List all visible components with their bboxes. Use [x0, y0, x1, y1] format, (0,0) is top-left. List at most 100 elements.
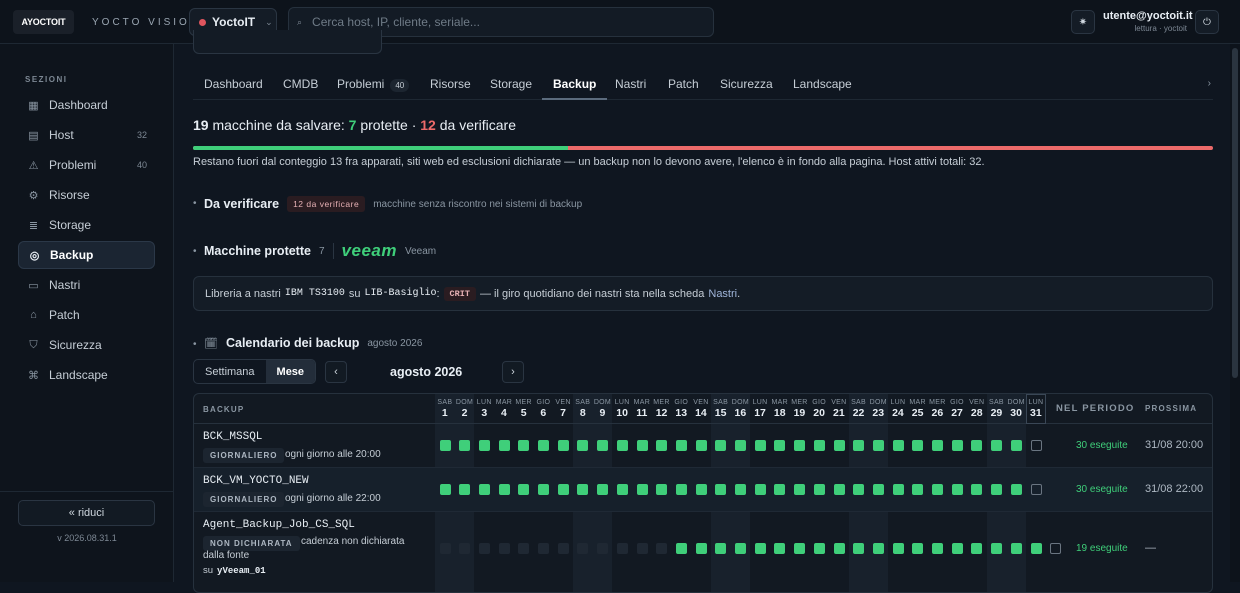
view-week-button[interactable]: Settimana [194, 360, 266, 383]
backup-day-cell[interactable] [616, 484, 628, 495]
backup-day-cell[interactable] [833, 543, 845, 554]
tab-nastri[interactable]: Nastri [615, 70, 646, 100]
backup-day-cell[interactable] [538, 543, 549, 554]
backup-day-cell[interactable] [853, 543, 865, 554]
backup-day-cell[interactable] [813, 543, 825, 554]
sidebar-item-sicurezza[interactable]: ⛉ Sicurezza [18, 331, 155, 359]
backup-day-cell[interactable] [695, 543, 707, 554]
backup-day-cell[interactable] [616, 543, 628, 554]
backup-day-cell[interactable] [735, 484, 746, 495]
backup-day-cell[interactable] [951, 543, 963, 554]
backup-day-cell[interactable] [754, 440, 766, 451]
tab-cmdb[interactable]: CMDB [283, 70, 318, 100]
prev-month-button[interactable]: ‹ [325, 361, 347, 383]
backup-day-cell[interactable] [1030, 440, 1042, 451]
job-name[interactable]: BCK_VM_YOCTO_NEW [203, 475, 309, 487]
backup-day-cell[interactable] [597, 543, 609, 554]
backup-day-cell[interactable] [577, 440, 589, 451]
backup-day-cell[interactable] [715, 543, 727, 554]
backup-day-cell[interactable] [892, 484, 904, 495]
backup-day-cell[interactable] [636, 484, 648, 495]
backup-day-cell[interactable] [715, 484, 727, 495]
backup-day-cell[interactable] [478, 484, 490, 495]
tab-sicurezza[interactable]: Sicurezza [720, 70, 773, 100]
tab-dashboard[interactable]: Dashboard [204, 70, 263, 100]
backup-day-cell[interactable] [932, 543, 943, 554]
sidebar-item-nastri[interactable]: ▭ Nastri [18, 271, 155, 299]
page-scrollbar-thumb[interactable] [1232, 48, 1238, 378]
backup-day-cell[interactable] [932, 484, 943, 495]
expand-protected-toggle[interactable]: • [193, 246, 197, 257]
backup-day-cell[interactable] [518, 484, 530, 495]
backup-day-cell[interactable] [498, 440, 510, 451]
backup-day-cell[interactable] [735, 440, 746, 451]
backup-day-cell[interactable] [577, 484, 589, 495]
search-input[interactable] [312, 15, 693, 29]
theme-toggle-button[interactable]: ✷ [1071, 10, 1095, 34]
backup-day-cell[interactable] [656, 484, 668, 495]
backup-day-cell[interactable] [833, 484, 845, 495]
sidebar-item-patch[interactable]: ⌂ Patch [18, 301, 155, 329]
backup-day-cell[interactable] [518, 440, 530, 451]
expand-verify-toggle[interactable]: • [193, 198, 197, 209]
backup-day-cell[interactable] [518, 543, 530, 554]
backup-day-cell[interactable] [656, 440, 668, 451]
backup-day-cell[interactable] [1010, 440, 1022, 451]
backup-day-cell[interactable] [932, 440, 943, 451]
backup-day-cell[interactable] [991, 484, 1003, 495]
backup-day-cell[interactable] [991, 440, 1003, 451]
sidebar-item-problemi[interactable]: ⚠ Problemi 40 [18, 151, 155, 179]
backup-day-cell[interactable] [1050, 543, 1062, 554]
backup-day-cell[interactable] [971, 484, 983, 495]
job-name[interactable]: Agent_Backup_Job_CS_SQL [203, 519, 355, 531]
table-row[interactable]: Agent_Backup_Job_CS_SQL NON DICHIARATA cad… [194, 512, 1212, 592]
tab-landscape[interactable]: Landscape [793, 70, 852, 100]
backup-day-cell[interactable] [538, 440, 549, 451]
tab-backup[interactable]: Backup [542, 70, 608, 100]
backup-day-cell[interactable] [478, 543, 490, 554]
backup-day-cell[interactable] [498, 484, 510, 495]
backup-day-cell[interactable] [478, 440, 490, 451]
backup-day-cell[interactable] [833, 440, 845, 451]
backup-day-cell[interactable] [735, 543, 746, 554]
backup-day-cell[interactable] [557, 543, 569, 554]
backup-day-cell[interactable] [1030, 543, 1042, 554]
backup-day-cell[interactable] [971, 543, 983, 554]
backup-day-cell[interactable] [912, 543, 924, 554]
backup-day-cell[interactable] [754, 543, 766, 554]
tab-storage[interactable]: Storage [490, 70, 532, 100]
table-row[interactable]: BCK_MSSQL GIORNALIERO ogni giorno alle 20:… [194, 424, 1212, 468]
backup-day-cell[interactable] [774, 440, 786, 451]
tab-problemi[interactable]: Problemi 40 [337, 70, 410, 100]
protected-section-header[interactable]: Macchine protette 7 veeam Veeam [204, 241, 436, 261]
collapse-sidebar-button[interactable]: « riduci [18, 500, 155, 526]
backup-day-cell[interactable] [1010, 484, 1022, 495]
backup-day-cell[interactable] [675, 440, 687, 451]
backup-day-cell[interactable] [951, 484, 963, 495]
verify-section-header[interactable]: Da verificare 12 da verificare macchine … [204, 196, 582, 212]
backup-day-cell[interactable] [439, 543, 451, 554]
backup-day-cell[interactable] [794, 484, 806, 495]
backup-day-cell[interactable] [892, 543, 904, 554]
backup-day-cell[interactable] [439, 484, 451, 495]
backup-day-cell[interactable] [971, 440, 983, 451]
view-month-button[interactable]: Mese [265, 360, 316, 383]
backup-day-cell[interactable] [774, 543, 786, 554]
sidebar-item-storage[interactable]: ≣ Storage [18, 211, 155, 239]
backup-day-cell[interactable] [1010, 543, 1022, 554]
backup-day-cell[interactable] [892, 440, 904, 451]
tab-risorse[interactable]: Risorse [430, 70, 471, 100]
sidebar-item-landscape[interactable]: ⌘ Landscape [18, 361, 155, 389]
backup-day-cell[interactable] [498, 543, 510, 554]
backup-day-cell[interactable] [853, 440, 865, 451]
backup-day-cell[interactable] [675, 484, 687, 495]
backup-day-cell[interactable] [813, 484, 825, 495]
sidebar-item-backup[interactable]: ◎ Backup [18, 241, 155, 269]
logout-button[interactable]: ⏻ [1195, 10, 1219, 34]
backup-day-cell[interactable] [1030, 484, 1042, 495]
calendar-section-header[interactable]: 🗓 Calendario dei backup agosto 2026 [204, 336, 422, 350]
backup-day-cell[interactable] [912, 440, 924, 451]
app-logo[interactable]: AYOCTOIT [13, 10, 74, 34]
backup-day-cell[interactable] [991, 543, 1003, 554]
tab-patch[interactable]: Patch [668, 70, 699, 100]
